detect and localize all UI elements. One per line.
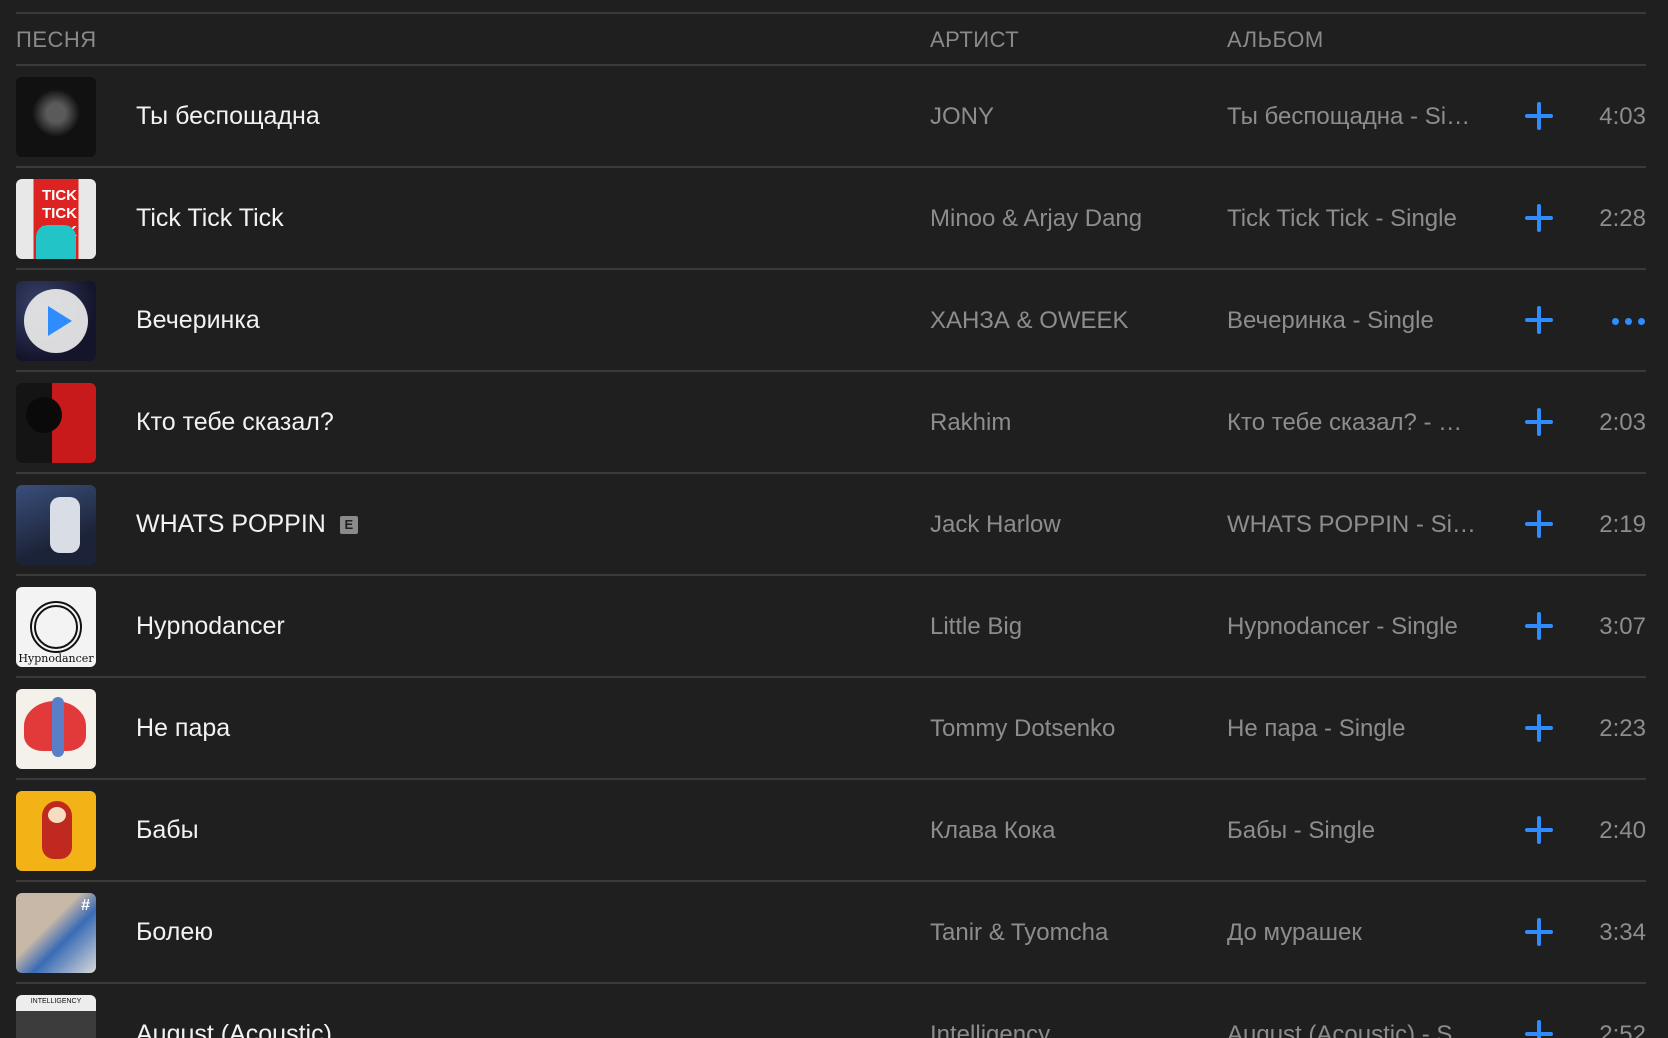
- artwork-lettering: INTELLIGENCY: [30, 998, 82, 1005]
- album-artwork[interactable]: #: [16, 893, 96, 973]
- track-artist[interactable]: Little Big: [930, 613, 1022, 641]
- column-header-row: ПЕСНЯ АРТИСТ АЛЬБОМ: [16, 14, 1646, 66]
- track-duration: 2:23: [1599, 715, 1646, 742]
- track-title: Болею: [136, 918, 214, 946]
- track-album[interactable]: WHATS POPPIN - Single: [1227, 511, 1477, 539]
- album-artwork[interactable]: [16, 689, 96, 769]
- track-artist[interactable]: Tanir & Tyomcha: [930, 919, 1108, 947]
- track-row[interactable]: Вечеринка ХАНЗА & OWEEK Вечеринка - Sing…: [16, 270, 1646, 372]
- album-artwork[interactable]: Hypnodancer: [16, 587, 96, 667]
- artwork-figure: [50, 497, 80, 553]
- track-album[interactable]: Ты беспощадна - Single: [1227, 103, 1477, 131]
- artwork-figure: [36, 225, 76, 259]
- track-row[interactable]: Ты беспощадна JONY Ты беспощадна - Singl…: [16, 66, 1646, 168]
- track-title: August (Acoustic): [136, 1020, 332, 1038]
- track-duration: 3:07: [1599, 613, 1646, 640]
- track-row[interactable]: INTELLIGENCY August (Acoustic) Intellige…: [16, 984, 1646, 1038]
- track-row[interactable]: Hypnodancer Hypnodancer Little Big Hypno…: [16, 576, 1646, 678]
- ellipsis-icon[interactable]: [1612, 318, 1646, 326]
- track-duration: 2:52: [1599, 1021, 1646, 1038]
- play-icon[interactable]: [24, 289, 88, 353]
- track-album[interactable]: August (Acoustic) - Single: [1227, 1021, 1477, 1038]
- track-album[interactable]: Бабы - Single: [1227, 817, 1477, 845]
- track-artist[interactable]: Minoo & Arjay Dang: [930, 205, 1142, 233]
- artwork-lettering: Hypnodancer: [18, 652, 94, 665]
- track-artist[interactable]: Клава Кока: [930, 817, 1056, 845]
- artwork-lettering: #: [81, 897, 90, 914]
- track-duration: 2:28: [1599, 205, 1646, 232]
- track-artist[interactable]: Tommy Dotsenko: [930, 715, 1115, 743]
- add-to-library-plus-icon[interactable]: [1523, 100, 1555, 132]
- album-artwork[interactable]: TICKTICKTICK: [16, 179, 96, 259]
- track-album[interactable]: Не пара - Single: [1227, 715, 1477, 743]
- track-duration: 4:03: [1599, 103, 1646, 130]
- album-artwork[interactable]: [16, 77, 96, 157]
- track-album[interactable]: До мурашек: [1227, 919, 1477, 947]
- track-row[interactable]: WHATS POPPIN E Jack Harlow WHATS POPPIN -…: [16, 474, 1646, 576]
- track-title: Tick Tick Tick: [136, 204, 284, 232]
- track-title: WHATS POPPIN E: [136, 510, 358, 539]
- album-artwork[interactable]: INTELLIGENCY: [16, 995, 96, 1038]
- track-title-text: WHATS POPPIN: [136, 510, 326, 538]
- add-to-library-plus-icon[interactable]: [1523, 304, 1555, 336]
- track-artist[interactable]: Jack Harlow: [930, 511, 1061, 539]
- track-album[interactable]: Вечеринка - Single: [1227, 307, 1477, 335]
- track-duration: 2:19: [1599, 511, 1646, 538]
- track-title: Hypnodancer: [136, 612, 285, 640]
- track-title: Бабы: [136, 816, 199, 844]
- track-artist[interactable]: JONY: [930, 103, 994, 131]
- track-row[interactable]: # Болею Tanir & Tyomcha До мурашек 3:34: [16, 882, 1646, 984]
- track-row[interactable]: Кто тебе сказал? Rakhim Кто тебе сказал?…: [16, 372, 1646, 474]
- album-artwork[interactable]: [16, 485, 96, 565]
- add-to-library-plus-icon[interactable]: [1523, 916, 1555, 948]
- track-title: Кто тебе сказал?: [136, 408, 334, 436]
- add-to-library-plus-icon[interactable]: [1523, 610, 1555, 642]
- explicit-badge: E: [339, 516, 358, 534]
- track-album[interactable]: Hypnodancer - Single: [1227, 613, 1477, 641]
- track-row[interactable]: Бабы Клава Кока Бабы - Single 2:40: [16, 780, 1646, 882]
- track-title: Не пара: [136, 714, 231, 742]
- track-artist[interactable]: Intelligency: [930, 1021, 1050, 1038]
- add-to-library-plus-icon[interactable]: [1523, 406, 1555, 438]
- column-header-song[interactable]: ПЕСНЯ: [16, 27, 97, 53]
- song-list-page: ПЕСНЯ АРТИСТ АЛЬБОМ Ты беспощадна JONY Т…: [0, 0, 1668, 1038]
- track-artist[interactable]: Rakhim: [930, 409, 1011, 437]
- add-to-library-plus-icon[interactable]: [1523, 202, 1555, 234]
- track-duration: 2:40: [1599, 817, 1646, 844]
- column-header-album[interactable]: АЛЬБОМ: [1227, 27, 1324, 53]
- album-artwork[interactable]: [16, 383, 96, 463]
- add-to-library-plus-icon[interactable]: [1523, 508, 1555, 540]
- track-list: Ты беспощадна JONY Ты беспощадна - Singl…: [16, 66, 1646, 1038]
- track-album[interactable]: Tick Tick Tick - Single: [1227, 205, 1477, 233]
- add-to-library-plus-icon[interactable]: [1523, 712, 1555, 744]
- album-artwork[interactable]: [16, 791, 96, 871]
- track-row[interactable]: TICKTICKTICK Tick Tick Tick Minoo & Arja…: [16, 168, 1646, 270]
- artwork-spiral: [30, 601, 82, 653]
- track-duration: 2:03: [1599, 409, 1646, 436]
- track-row[interactable]: Не пара Tommy Dotsenko Не пара - Single …: [16, 678, 1646, 780]
- artwork-heart: [26, 397, 62, 433]
- track-album[interactable]: Кто тебе сказал? - Single: [1227, 409, 1477, 437]
- add-to-library-plus-icon[interactable]: [1523, 814, 1555, 846]
- track-title: Вечеринка: [136, 306, 260, 334]
- track-artist[interactable]: ХАНЗА & OWEEK: [930, 307, 1129, 335]
- track-title: Ты беспощадна: [136, 102, 320, 130]
- artwork-figure: [52, 697, 64, 757]
- artwork-doll-face: [48, 807, 66, 823]
- album-artwork[interactable]: [16, 281, 96, 361]
- column-header-artist[interactable]: АРТИСТ: [930, 27, 1019, 53]
- add-to-library-plus-icon[interactable]: [1523, 1018, 1555, 1038]
- track-duration: 3:34: [1599, 919, 1646, 946]
